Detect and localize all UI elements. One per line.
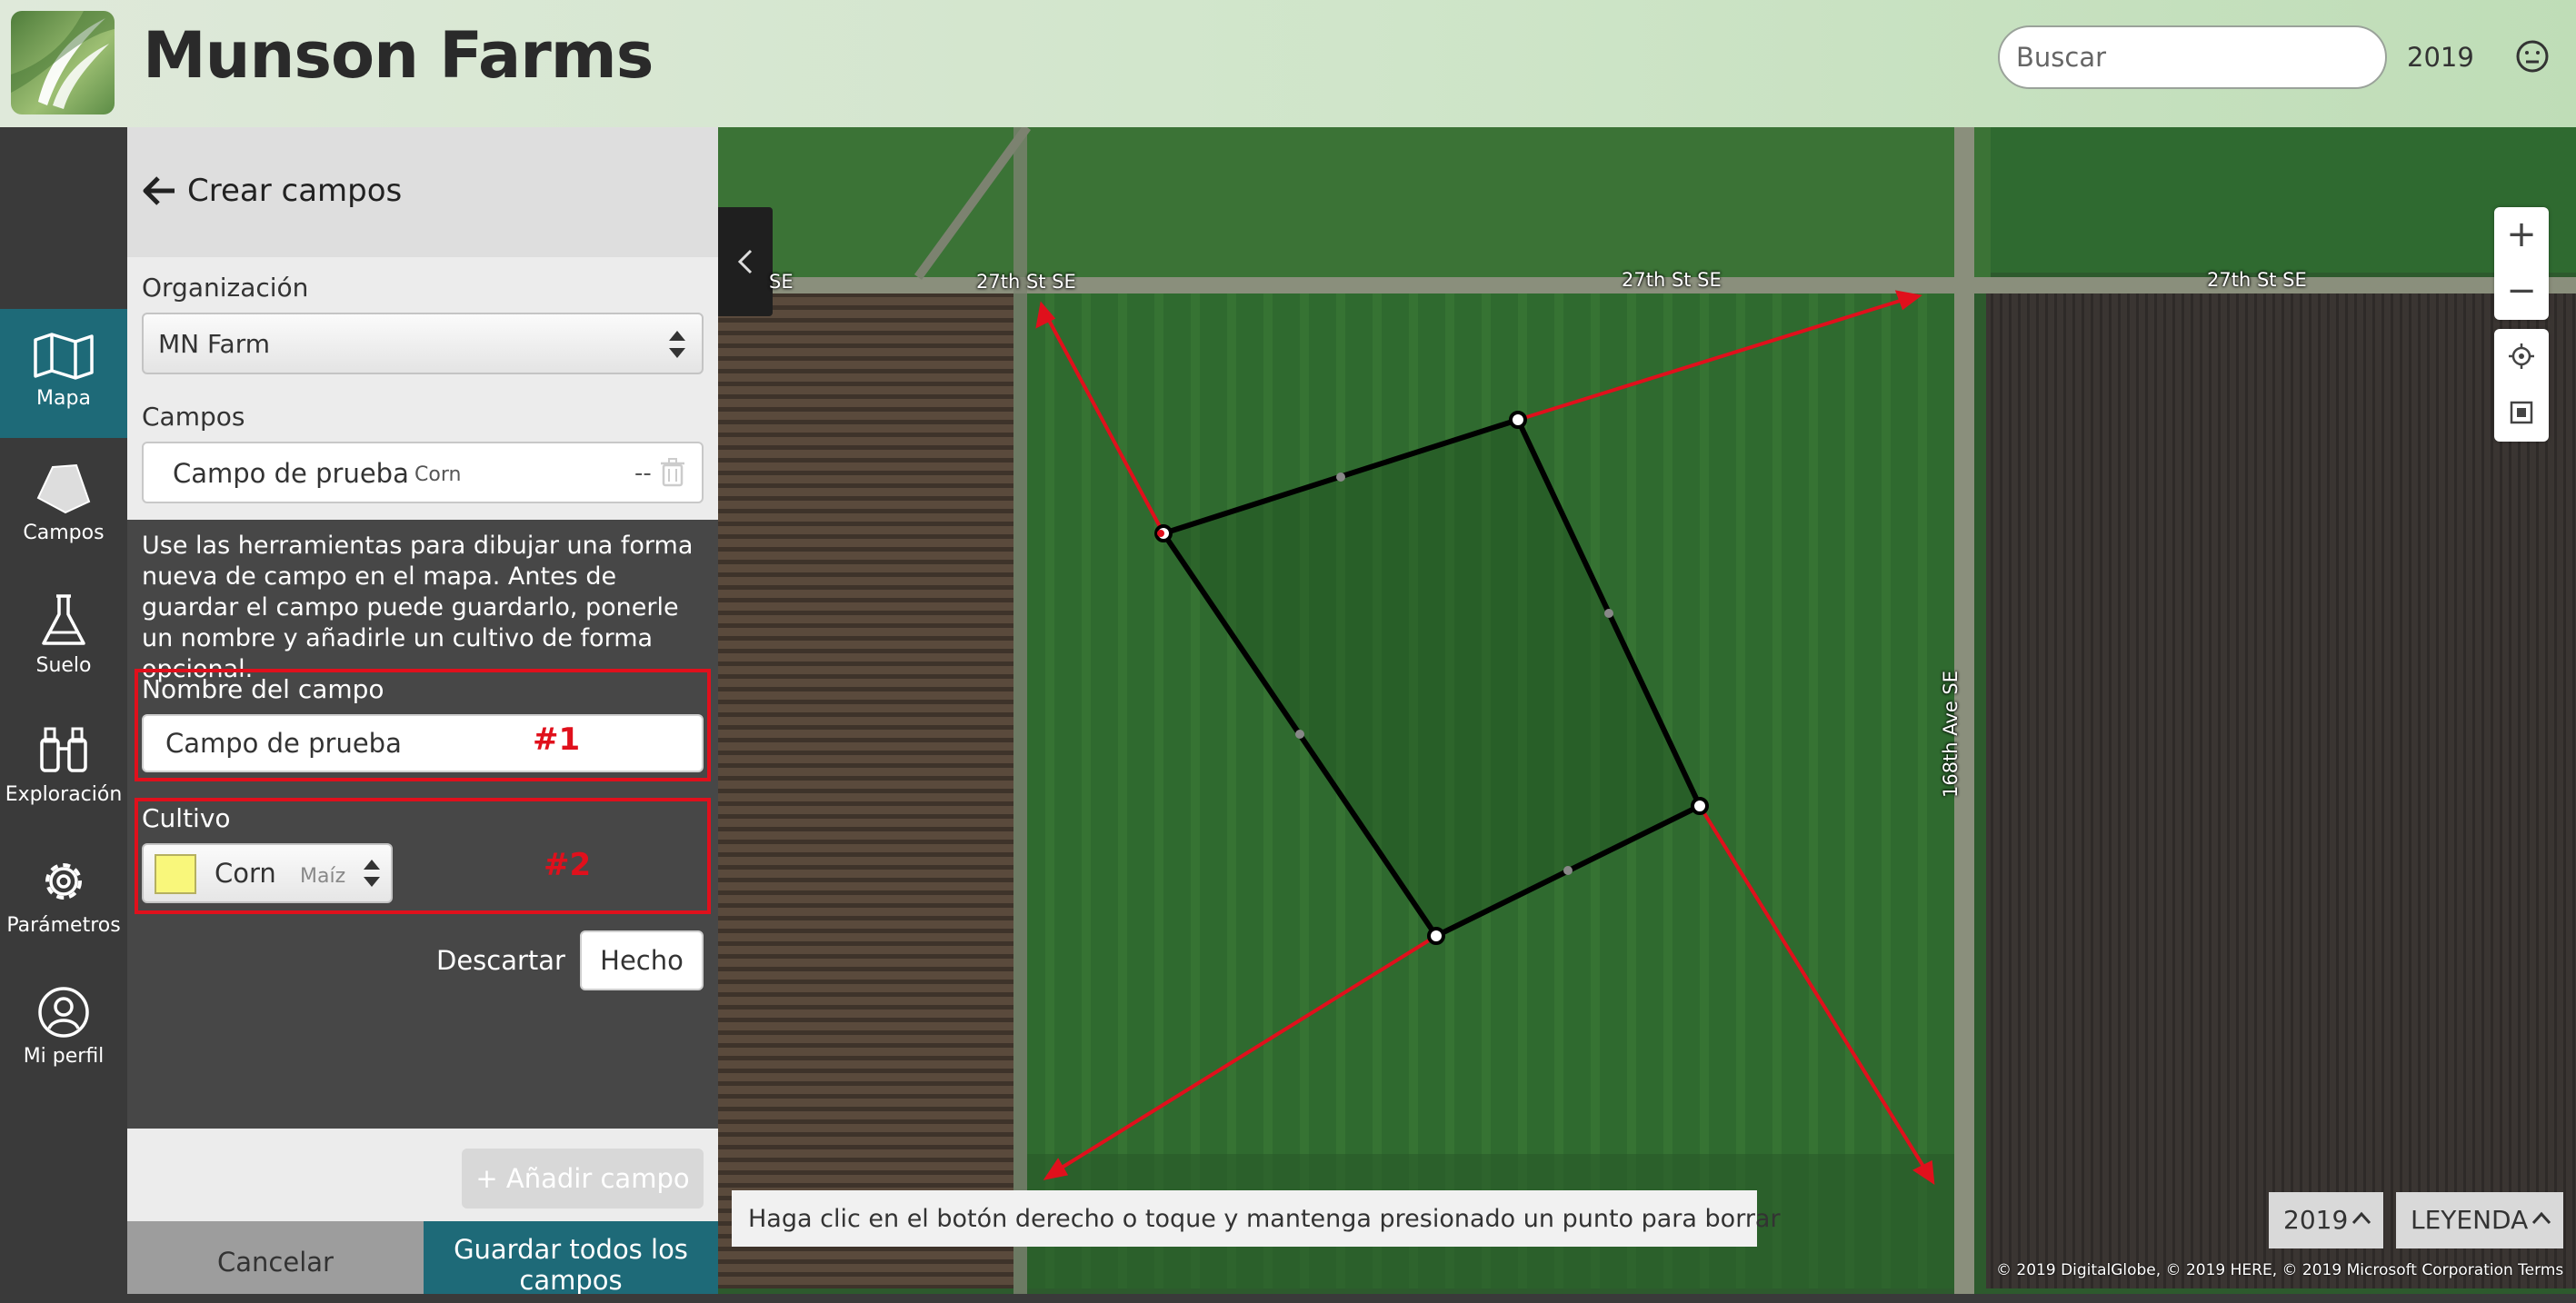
map-attribution: © 2019 DigitalGlobe, © 2019 HERE, © 2019… <box>1996 1261 2564 1279</box>
crop-color-swatch <box>155 854 196 894</box>
annotation-marker-1: #1 <box>533 721 581 758</box>
crop-select[interactable]: Corn Maíz <box>142 843 393 903</box>
zoom-out-button[interactable]: − <box>2494 264 2549 320</box>
nav-item-profile[interactable]: Mi perfil <box>0 963 127 1092</box>
extent-icon <box>2510 401 2533 424</box>
select-caret-icon <box>667 327 687 365</box>
user-face-icon[interactable] <box>2514 38 2551 78</box>
draw-instructions: Use las herramientas para dibujar una fo… <box>142 532 694 683</box>
annotation-marker-2: #2 <box>544 847 592 883</box>
help-tooltip: Haga clic en el botón derecho o toque y … <box>732 1190 1781 1247</box>
zoom-controls: + − <box>2494 207 2549 320</box>
field-list-item[interactable]: Campo de prueba Corn -- <box>142 442 704 503</box>
create-fields-panel: Crear campos Organización MN Farm Campos… <box>127 127 718 1294</box>
left-navigation: Mapa Campos Suelo Exploración Parámetros <box>0 127 127 1294</box>
fields-label: Campos <box>142 402 245 432</box>
app-logo[interactable] <box>11 11 115 114</box>
binoculars-icon <box>40 727 87 772</box>
satellite-map[interactable] <box>718 127 2576 1294</box>
done-button[interactable]: Hecho <box>580 930 704 990</box>
gear-icon <box>45 863 82 900</box>
trash-icon[interactable] <box>660 458 685 491</box>
road-label: 168th Ave SE <box>1940 670 1962 799</box>
organization-select[interactable]: MN Farm <box>142 313 704 374</box>
top-header: Munson Farms 2019 <box>0 0 2576 127</box>
save-all-fields-button[interactable]: Guardar todos los campos <box>424 1221 718 1294</box>
nav-item-settings[interactable]: Parámetros <box>0 832 127 961</box>
legend-toggle-button[interactable]: LEYENDA <box>2396 1192 2563 1248</box>
chevron-left-icon <box>737 249 753 274</box>
panel-title: Crear campos <box>187 173 403 209</box>
map-imagery[interactable] <box>718 127 2576 1294</box>
nav-label-profile: Mi perfil <box>23 1045 105 1068</box>
app-title: Munson Farms <box>143 18 654 93</box>
year-toggle-button[interactable]: 2019 <box>2269 1192 2383 1248</box>
nav-label-settings: Parámetros <box>6 914 121 937</box>
road-label: SE <box>769 271 794 293</box>
field-edit-box: Use las herramientas para dibujar una fo… <box>127 520 718 1129</box>
nav-item-map[interactable]: Mapa <box>0 309 127 438</box>
nav-label-map: Mapa <box>36 387 91 410</box>
locate-button[interactable] <box>2494 329 2549 385</box>
field-name-input[interactable] <box>142 714 704 772</box>
road-label: 27th St SE <box>1622 269 1722 291</box>
nav-item-soil[interactable]: Suelo <box>0 571 127 700</box>
select-caret-icon <box>362 856 382 894</box>
map-icon <box>34 333 94 380</box>
chevron-up-icon <box>2351 1211 2371 1225</box>
fit-extent-button[interactable] <box>2494 385 2549 442</box>
zoom-in-button[interactable]: + <box>2494 207 2549 264</box>
nav-item-scouting[interactable]: Exploración <box>0 701 127 831</box>
crop-name: Corn <box>215 858 276 889</box>
organization-value: MN Farm <box>158 329 270 359</box>
field-name-label: Nombre del campo <box>142 674 384 704</box>
road-label: 27th St SE <box>2207 269 2307 291</box>
year-toggle-label: 2019 <box>2283 1205 2349 1235</box>
nav-label-scouting: Exploración <box>5 783 123 806</box>
field-shape-icon <box>36 463 91 514</box>
nav-label-soil: Suelo <box>35 654 92 677</box>
field-item-area: -- <box>634 460 652 487</box>
back-arrow-icon[interactable] <box>140 174 176 211</box>
nav-item-fields[interactable]: Campos <box>0 440 127 569</box>
search-input[interactable] <box>1998 25 2387 89</box>
flask-icon <box>42 594 85 645</box>
field-item-name: Campo de prueba <box>173 458 409 489</box>
map-tools <box>2494 329 2549 442</box>
user-icon <box>38 987 89 1038</box>
crop-name-spanish: Maíz <box>300 865 346 888</box>
cancel-button[interactable]: Cancelar <box>127 1221 424 1294</box>
road-label: 27th St SE <box>976 271 1076 293</box>
crosshair-icon <box>2509 343 2534 369</box>
add-field-button[interactable]: + Añadir campo <box>462 1149 704 1209</box>
field-item-crop: Corn <box>414 463 462 486</box>
crop-label: Cultivo <box>142 803 231 833</box>
season-year[interactable]: 2019 <box>2407 42 2474 73</box>
legend-toggle-label: LEYENDA <box>2411 1205 2529 1235</box>
chevron-up-icon <box>2531 1211 2551 1225</box>
discard-button[interactable]: Descartar <box>420 930 582 990</box>
panel-header: Crear campos <box>127 127 718 257</box>
organization-label: Organización <box>142 273 309 303</box>
collapse-panel-button[interactable] <box>718 207 773 316</box>
nav-label-fields: Campos <box>23 522 105 544</box>
